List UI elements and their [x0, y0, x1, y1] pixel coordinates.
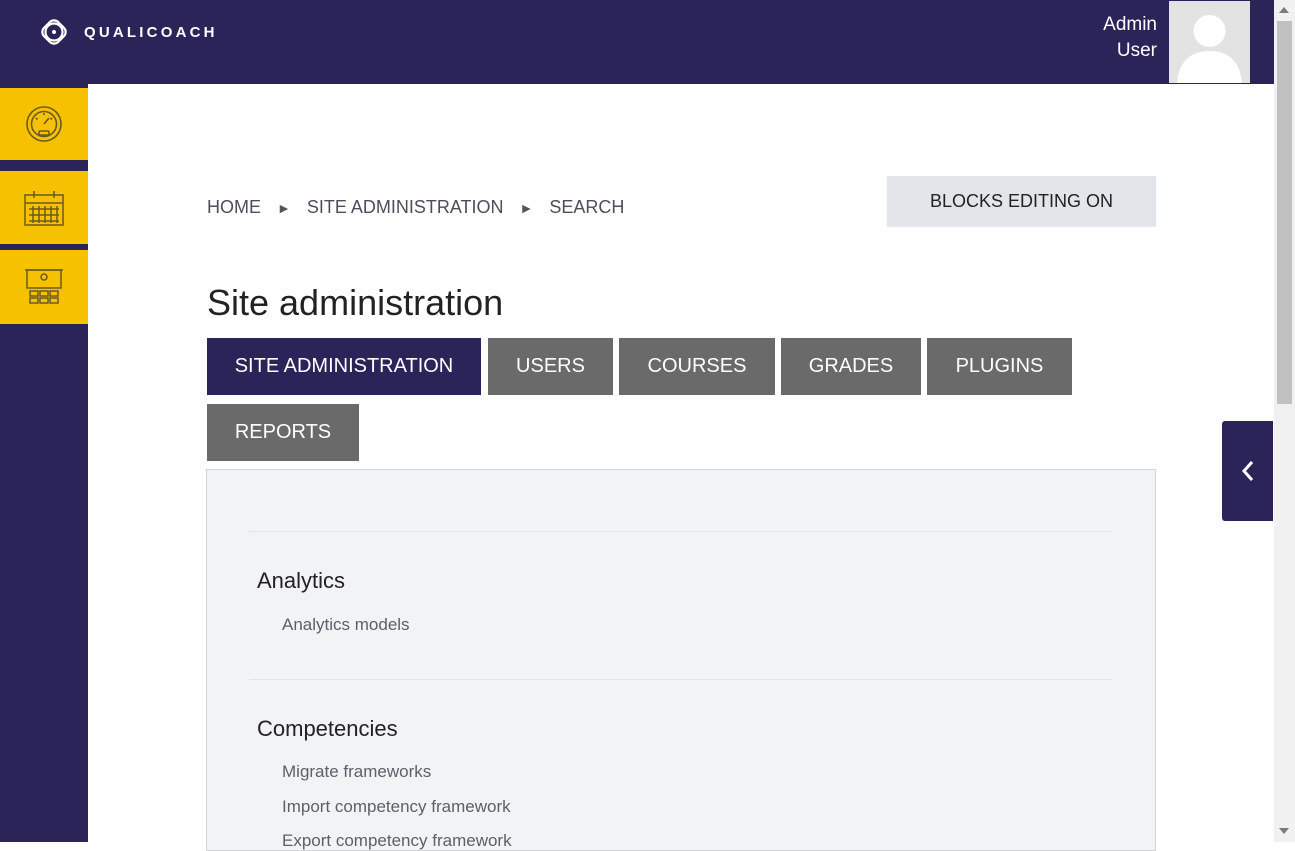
- qualicoach-logo[interactable]: QUALICOACH: [38, 16, 218, 48]
- user-first-name: Admin: [1103, 14, 1157, 35]
- user-name[interactable]: Admin User: [1103, 12, 1157, 64]
- tab-users[interactable]: USERS: [488, 338, 613, 395]
- link-export-competency-framework[interactable]: Export competency framework: [282, 831, 512, 851]
- blocks-editing-on-button[interactable]: BLOCKS EDITING ON: [887, 176, 1156, 226]
- drawer-toggle-button[interactable]: [1222, 421, 1273, 521]
- breadcrumb-home[interactable]: HOME: [207, 197, 261, 218]
- sidebar-item-calendar[interactable]: [0, 171, 88, 244]
- vertical-scrollbar[interactable]: [1274, 0, 1295, 842]
- tab-site-administration[interactable]: SITE ADMINISTRATION: [207, 338, 481, 395]
- link-analytics-models[interactable]: Analytics models: [282, 615, 410, 635]
- classroom-presentation-icon: [25, 269, 63, 304]
- section-title-analytics: Analytics: [257, 568, 346, 593]
- admin-content-panel: Analytics Analytics models Competencies …: [206, 469, 1156, 851]
- sidebar-item-dashboard[interactable]: [0, 88, 88, 160]
- page-title: Site administration: [207, 282, 504, 323]
- brand-name: QUALICOACH: [84, 23, 218, 41]
- section-divider: [249, 531, 1112, 532]
- dashboard-gauge-icon: [26, 106, 62, 142]
- tab-grades[interactable]: GRADES: [781, 338, 921, 395]
- breadcrumb-site-administration[interactable]: SITE ADMINISTRATION: [307, 197, 504, 218]
- avatar[interactable]: [1169, 1, 1250, 83]
- scroll-up-arrow-icon[interactable]: [1279, 7, 1289, 13]
- breadcrumb-search[interactable]: SEARCH: [549, 197, 624, 218]
- scrollbar-thumb[interactable]: [1277, 21, 1292, 404]
- sidebar-item-classroom[interactable]: [0, 250, 88, 324]
- section-title-competencies: Competencies: [257, 716, 398, 741]
- tab-courses[interactable]: COURSES: [619, 338, 775, 395]
- user-last-name: User: [1116, 40, 1157, 61]
- breadcrumb-separator-icon: ►: [519, 199, 534, 216]
- breadcrumb-separator-icon: ►: [277, 199, 291, 216]
- scroll-down-arrow-icon[interactable]: [1279, 828, 1289, 834]
- link-import-competency-framework[interactable]: Import competency framework: [282, 797, 511, 817]
- breadcrumb: HOME ► SITE ADMINISTRATION ► SEARCH: [207, 197, 624, 218]
- logo-mark-icon: [41, 19, 67, 45]
- left-sidebar: [0, 84, 88, 842]
- top-header: QUALICOACH Admin User: [0, 0, 1274, 84]
- chevron-left-icon: [1241, 461, 1253, 481]
- link-migrate-frameworks[interactable]: Migrate frameworks: [282, 762, 431, 782]
- tab-plugins[interactable]: PLUGINS: [927, 338, 1072, 395]
- section-divider: [249, 679, 1112, 680]
- calendar-icon: [24, 190, 64, 226]
- user-silhouette-icon: [1177, 15, 1242, 83]
- tab-reports[interactable]: REPORTS: [207, 404, 359, 461]
